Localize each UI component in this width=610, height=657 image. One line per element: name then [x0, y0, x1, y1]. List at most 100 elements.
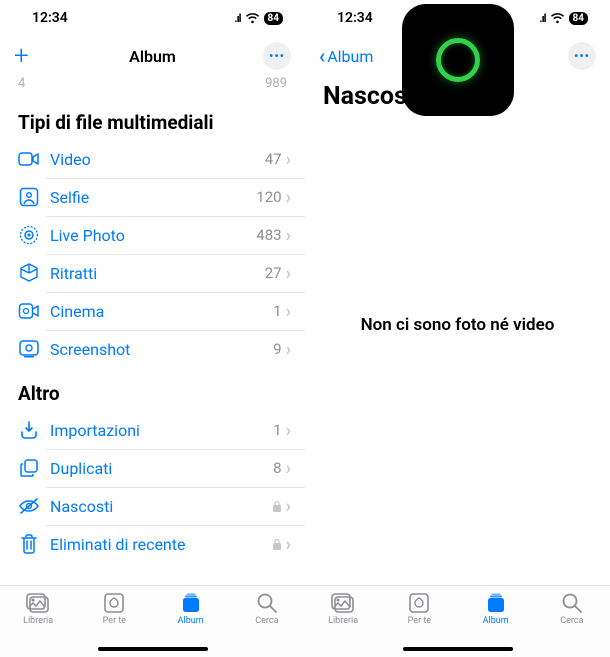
- row-label: Cinema: [50, 302, 273, 321]
- row-count: 1: [273, 421, 281, 439]
- nav-bar: + Album •••: [0, 36, 305, 76]
- row-label: Ritratti: [50, 264, 265, 283]
- tab-label: Per te: [103, 616, 126, 626]
- import-icon: [18, 419, 40, 441]
- chevron-right-icon: ›: [286, 339, 291, 360]
- battery-icon: 84: [264, 12, 283, 25]
- app-overlay: [402, 4, 514, 116]
- lock-icon: [272, 538, 282, 551]
- chevron-right-icon: ›: [286, 149, 291, 170]
- status-time: 12:34: [337, 10, 373, 26]
- cellular-icon: .ıl: [539, 12, 545, 25]
- row-imports[interactable]: Importazioni 1 ›: [0, 411, 305, 449]
- row-recently-deleted[interactable]: Eliminati di recente ›: [0, 525, 305, 563]
- tab-albums[interactable]: Album: [461, 592, 531, 626]
- tab-library[interactable]: Libreria: [3, 592, 73, 626]
- row-selfie[interactable]: Selfie 120 ›: [0, 178, 305, 216]
- row-screenshot[interactable]: Screenshot 9 ›: [0, 330, 305, 368]
- tab-search[interactable]: Cerca: [537, 592, 607, 626]
- albums-icon: [178, 592, 204, 614]
- phone-left: 12:34 .ıl 84 + Album ••• 4 989 Tipi di f…: [0, 0, 305, 657]
- media-types-list: Video 47 › Selfie 120 › Live Photo 483 ›: [0, 140, 305, 368]
- battery-icon: 84: [569, 12, 588, 25]
- add-button[interactable]: +: [14, 43, 29, 69]
- eye-slash-icon: [18, 495, 40, 517]
- row-label: Live Photo: [50, 226, 256, 245]
- row-label: Duplicati: [50, 459, 273, 478]
- tab-label: Album: [178, 616, 204, 626]
- row-video[interactable]: Video 47 ›: [0, 140, 305, 178]
- row-label: Nascosti: [50, 497, 272, 516]
- album-scroll[interactable]: 4 989 Tipi di file multimediali Video 47…: [0, 76, 305, 585]
- tab-albums[interactable]: Album: [156, 592, 226, 626]
- phone-right: 12:34 .ıl 84 ‹ Album ••• Nascosti Non ci…: [305, 0, 610, 657]
- chevron-right-icon: ›: [286, 263, 291, 284]
- back-label: Album: [327, 47, 373, 66]
- chevron-right-icon: ›: [286, 301, 291, 322]
- empty-state-message: Non ci sono foto né video: [305, 315, 610, 335]
- wifi-icon: [245, 13, 260, 24]
- row-count: 47: [265, 150, 282, 168]
- other-list: Importazioni 1 › Duplicati 8 › Nascosti: [0, 411, 305, 563]
- search-icon: [559, 592, 585, 614]
- tab-foryou[interactable]: Per te: [79, 592, 149, 626]
- video-icon: [18, 148, 40, 170]
- row-portraits[interactable]: Ritratti 27 ›: [0, 254, 305, 292]
- status-time: 12:34: [32, 10, 68, 26]
- section-other: Altro: [0, 368, 305, 411]
- nav-title: Album: [0, 47, 305, 66]
- row-label: Screenshot: [50, 340, 273, 359]
- library-icon: [25, 592, 51, 614]
- row-count: 8: [273, 459, 281, 477]
- status-right: .ıl 84: [539, 12, 588, 25]
- chevron-right-icon: ›: [286, 225, 291, 246]
- row-count: 9: [273, 340, 281, 358]
- person-square-icon: [18, 186, 40, 208]
- row-duplicates[interactable]: Duplicati 8 ›: [0, 449, 305, 487]
- tab-label: Per te: [408, 616, 431, 626]
- cinema-icon: [18, 300, 40, 322]
- row-cinema[interactable]: Cinema 1 ›: [0, 292, 305, 330]
- library-icon: [330, 592, 356, 614]
- row-hidden[interactable]: Nascosti ›: [0, 487, 305, 525]
- ring-icon: [436, 38, 480, 82]
- tab-library[interactable]: Libreria: [308, 592, 378, 626]
- home-indicator[interactable]: [403, 647, 513, 651]
- chevron-right-icon: ›: [286, 458, 291, 479]
- faded-counts: 4 989: [0, 76, 305, 97]
- chevron-right-icon: ›: [286, 496, 291, 517]
- chevron-right-icon: ›: [286, 187, 291, 208]
- tab-search[interactable]: Cerca: [232, 592, 302, 626]
- cube-icon: [18, 262, 40, 284]
- livephoto-icon: [18, 224, 40, 246]
- row-label: Selfie: [50, 188, 256, 207]
- albums-icon: [483, 592, 509, 614]
- tab-label: Cerca: [560, 616, 583, 626]
- back-button[interactable]: ‹ Album: [319, 46, 373, 66]
- foryou-icon: [406, 592, 432, 614]
- lock-icon: [272, 500, 282, 513]
- wifi-icon: [550, 13, 565, 24]
- home-indicator[interactable]: [98, 647, 208, 651]
- tab-label: Libreria: [23, 616, 53, 626]
- section-media-types: Tipi di file multimediali: [0, 97, 305, 140]
- trash-icon: [18, 533, 40, 555]
- row-livephoto[interactable]: Live Photo 483 ›: [0, 216, 305, 254]
- row-count: 27: [265, 264, 282, 282]
- cellular-icon: .ıl: [234, 12, 240, 25]
- more-button[interactable]: •••: [568, 42, 596, 70]
- tab-label: Libreria: [328, 616, 358, 626]
- chevron-right-icon: ›: [286, 420, 291, 441]
- row-count: 1: [273, 302, 281, 320]
- foryou-icon: [101, 592, 127, 614]
- tab-foryou[interactable]: Per te: [384, 592, 454, 626]
- duplicate-icon: [18, 457, 40, 479]
- chevron-left-icon: ‹: [319, 46, 325, 66]
- row-count: 483: [256, 226, 281, 244]
- status-right: .ıl 84: [234, 12, 283, 25]
- row-label: Importazioni: [50, 421, 273, 440]
- status-bar: 12:34 .ıl 84: [0, 0, 305, 36]
- row-count: 120: [256, 188, 281, 206]
- tab-label: Album: [483, 616, 509, 626]
- more-button[interactable]: •••: [263, 42, 291, 70]
